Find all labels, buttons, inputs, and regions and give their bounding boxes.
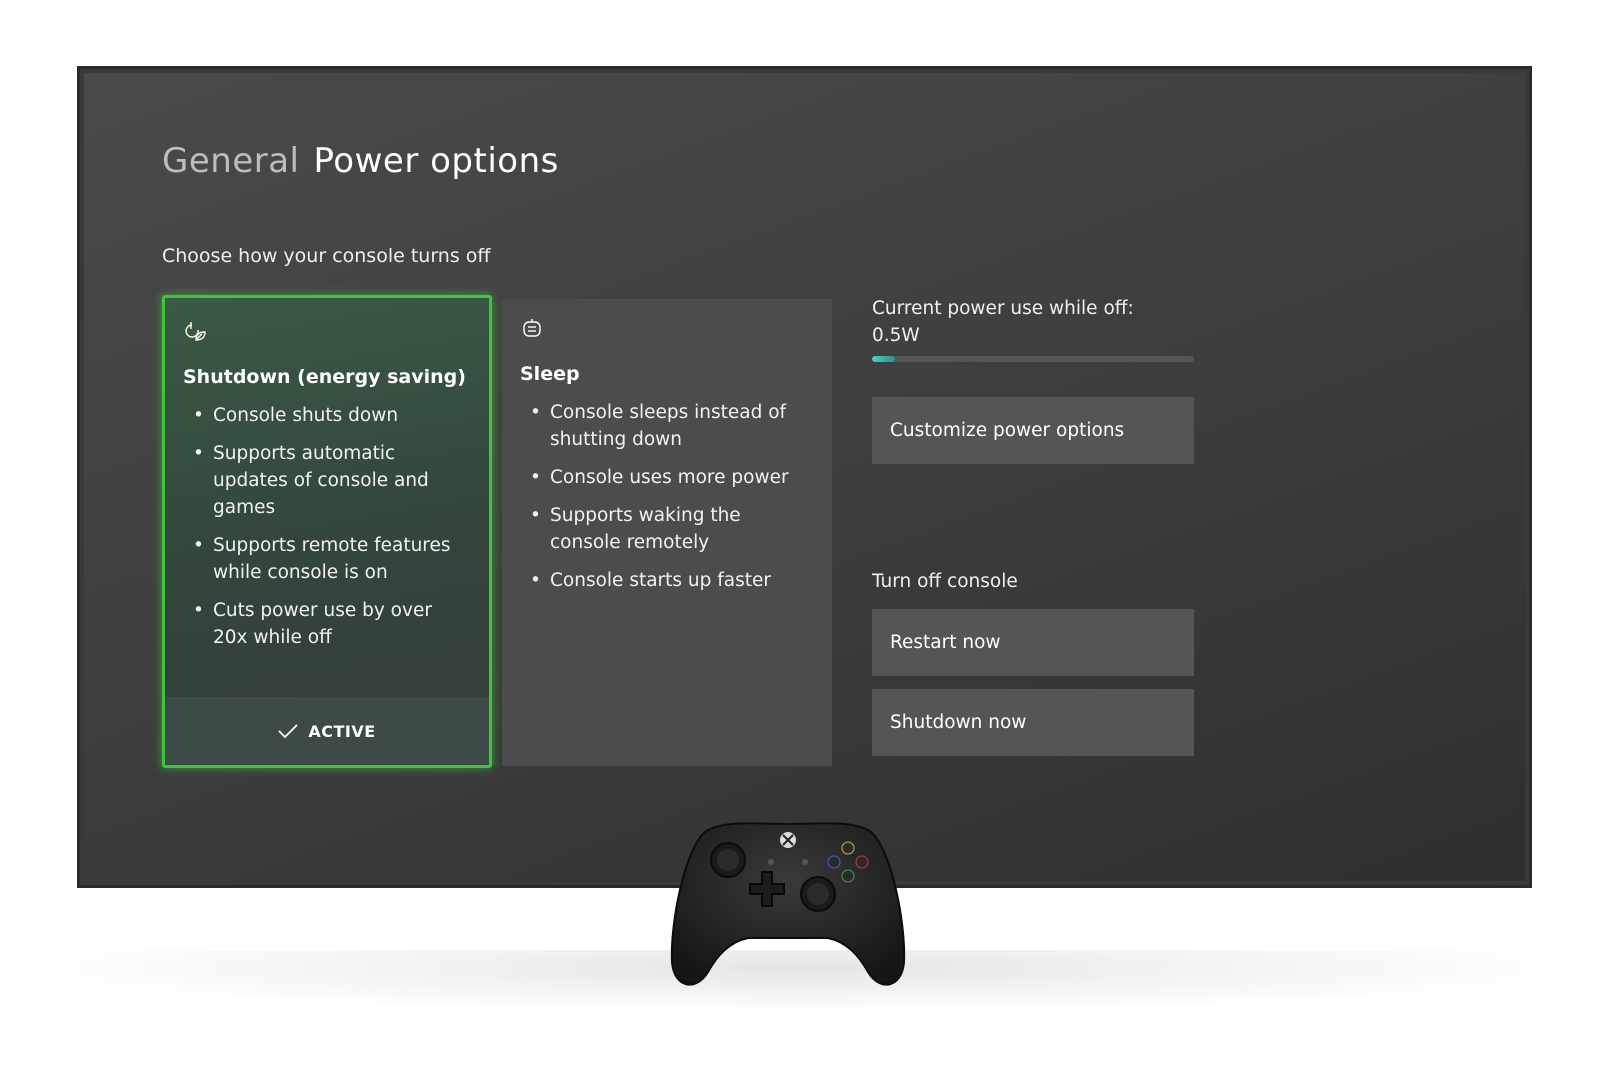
turn-off-console-label: Turn off console <box>872 571 1018 592</box>
active-status-bar: ACTIVE <box>165 697 489 765</box>
customize-power-options-button[interactable]: Customize power options <box>872 397 1194 464</box>
power-mode-prompt: Choose how your console turns off <box>162 245 491 267</box>
shutdown-energy-saving-card[interactable]: Shutdown (energy saving) Console shuts d… <box>162 295 492 768</box>
sleep-card-title: Sleep <box>520 363 580 385</box>
list-item: Cuts power use by over 20x while off <box>183 597 471 651</box>
list-item: Supports automatic updates of console an… <box>183 440 471 521</box>
sleep-card[interactable]: Sleep Console sleeps instead of shutting… <box>502 299 832 766</box>
power-use-value: 0.5W <box>872 325 920 346</box>
leaf-power-icon <box>185 322 206 341</box>
breadcrumb-section[interactable]: General <box>162 141 300 181</box>
page-title: Power options <box>313 141 559 181</box>
list-item: Supports waking the console remotely <box>520 502 814 556</box>
shutdown-card-title: Shutdown (energy saving) <box>183 366 466 388</box>
active-status-label: ACTIVE <box>308 721 376 741</box>
shutdown-feature-list: Console shuts down Supports automatic up… <box>183 402 471 651</box>
power-use-readout: Current power use while off: 0.5W <box>872 295 1134 349</box>
checkmark-icon <box>278 724 298 739</box>
shutdown-now-button[interactable]: Shutdown now <box>872 689 1194 756</box>
sleep-feature-list: Console sleeps instead of shutting down … <box>520 399 814 594</box>
restart-now-button[interactable]: Restart now <box>872 609 1194 676</box>
list-item: Console uses more power <box>520 464 814 491</box>
xbox-controller-image <box>670 822 906 986</box>
tv-frame: General Power options Choose how your con… <box>77 66 1532 888</box>
power-use-meter-fill <box>872 356 895 362</box>
power-use-label: Current power use while off: <box>872 298 1134 319</box>
power-use-meter <box>872 356 1194 362</box>
list-item: Supports remote features while console i… <box>183 532 471 586</box>
list-item: Console shuts down <box>183 402 471 429</box>
list-item: Console starts up faster <box>520 567 814 594</box>
page-header: General Power options <box>162 141 559 181</box>
list-item: Console sleeps instead of shutting down <box>520 399 814 453</box>
sleep-icon <box>523 319 541 337</box>
settings-screen: General Power options Choose how your con… <box>84 73 1525 881</box>
